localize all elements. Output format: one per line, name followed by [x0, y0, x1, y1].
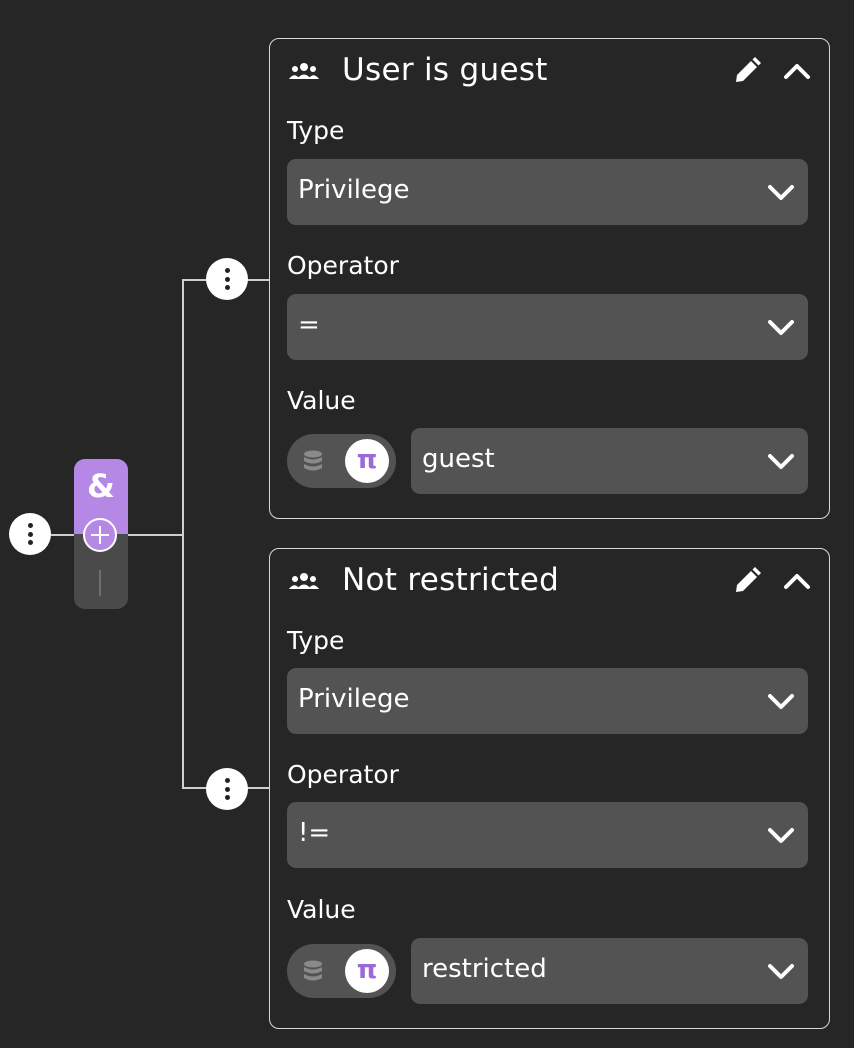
condition-card: Not restricted Type Privilege Operator !…	[269, 548, 830, 1029]
operator-label: Operator	[287, 760, 399, 789]
value-select-value: restricted	[422, 954, 547, 984]
chevron-down-icon	[768, 964, 794, 979]
pencil-icon[interactable]	[732, 566, 762, 596]
connector-line	[51, 534, 74, 536]
type-label: Type	[287, 116, 345, 145]
users-icon	[289, 573, 319, 589]
operator-select[interactable]: !=	[287, 802, 808, 868]
drag-handle[interactable]	[99, 570, 101, 596]
pi-icon[interactable]: π	[345, 439, 389, 483]
add-condition-button[interactable]	[83, 518, 117, 552]
condition-card-header: Not restricted	[270, 549, 829, 613]
database-icon	[304, 450, 322, 471]
type-select-value: Privilege	[298, 175, 410, 205]
pi-icon[interactable]: π	[345, 949, 389, 993]
pencil-icon[interactable]	[732, 56, 762, 86]
users-icon	[289, 63, 319, 79]
chevron-down-icon	[768, 694, 794, 709]
more-vertical-icon	[224, 268, 230, 273]
operator-select[interactable]: =	[287, 294, 808, 360]
group-menu-button[interactable]	[9, 513, 51, 555]
chevron-down-icon	[768, 828, 794, 843]
more-vertical-icon	[224, 778, 230, 783]
value-select-value: guest	[422, 444, 495, 474]
type-select[interactable]: Privilege	[287, 668, 808, 734]
value-label: Value	[287, 386, 356, 415]
chevron-up-icon[interactable]	[782, 568, 812, 594]
value-select[interactable]: restricted	[411, 938, 808, 1004]
value-select[interactable]: guest	[411, 428, 808, 494]
operator-select-value: !=	[298, 818, 331, 848]
condition-title: Not restricted	[342, 562, 560, 598]
condition-title: User is guest	[342, 52, 548, 88]
operator-label: Operator	[287, 251, 399, 280]
type-label: Type	[287, 626, 345, 655]
operator-select-value: =	[298, 310, 320, 340]
condition-menu-button[interactable]	[206, 258, 248, 300]
connector-line	[182, 279, 184, 789]
value-label: Value	[287, 895, 356, 924]
group-operator-symbol[interactable]: &	[74, 466, 128, 506]
value-source-toggle[interactable]: π	[287, 944, 396, 998]
condition-card: User is guest Type Privilege Operator = …	[269, 38, 830, 519]
chevron-down-icon	[768, 185, 794, 200]
more-vertical-icon	[27, 523, 33, 528]
chevron-down-icon	[768, 320, 794, 335]
chevron-up-icon[interactable]	[782, 58, 812, 84]
chevron-down-icon	[768, 454, 794, 469]
connector-line	[128, 534, 184, 536]
condition-card-header: User is guest	[270, 39, 829, 103]
database-icon	[304, 960, 322, 981]
value-source-toggle[interactable]: π	[287, 434, 396, 488]
condition-menu-button[interactable]	[206, 768, 248, 810]
type-select-value: Privilege	[298, 684, 410, 714]
type-select[interactable]: Privilege	[287, 159, 808, 225]
